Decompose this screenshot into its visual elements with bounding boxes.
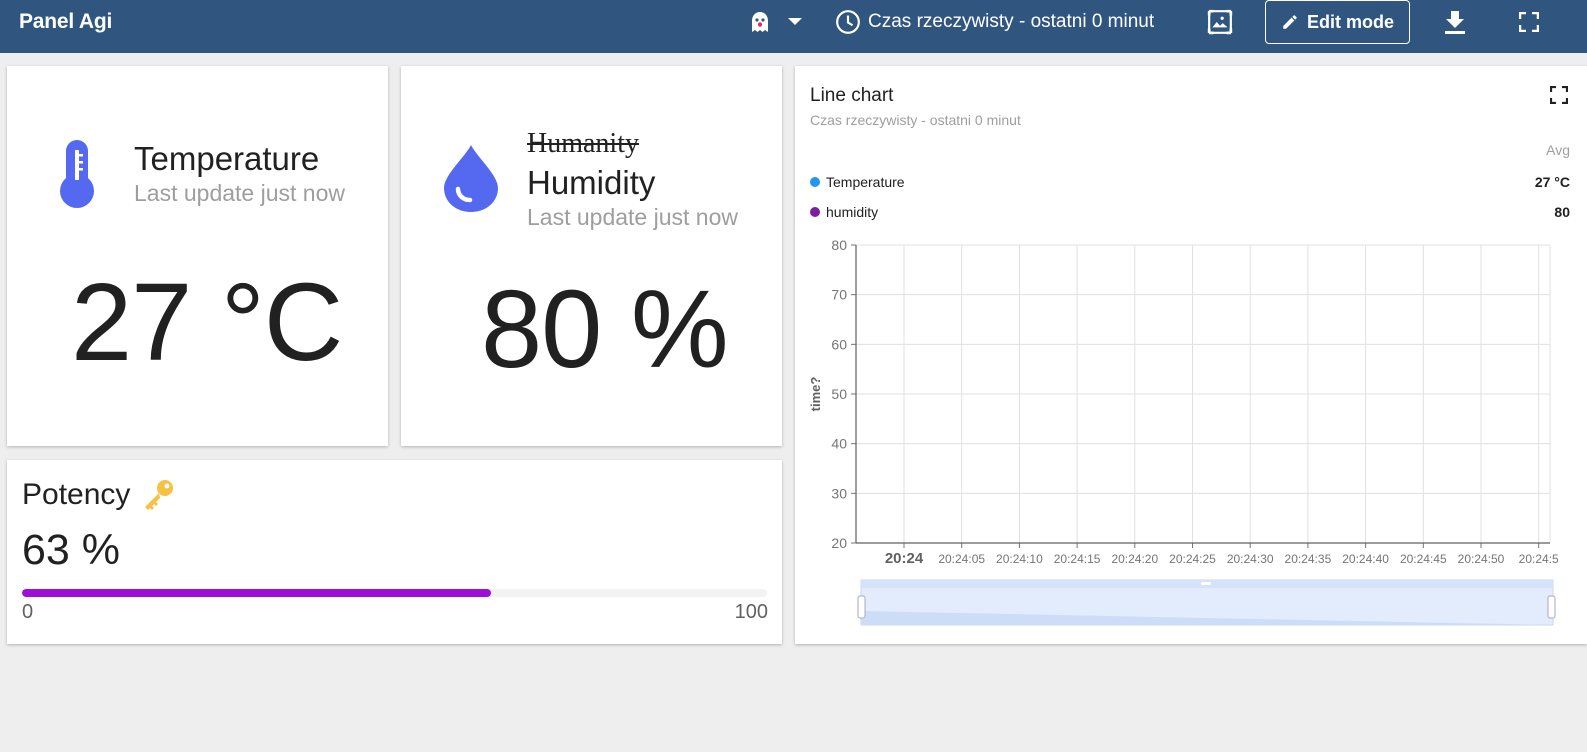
humidity-value: 80 %	[481, 268, 729, 391]
y-tick-label: 70	[831, 287, 847, 303]
fullscreen-icon[interactable]	[1516, 0, 1542, 44]
potency-card: Potency 63 % 0 100	[7, 460, 782, 644]
thermometer-icon	[59, 140, 95, 215]
humidity-title: Humidity	[527, 164, 656, 201]
time-window-label: Czas rzeczywisty - ostatni 0 minut	[868, 11, 1155, 32]
x-axis: 20:24 20:24:05 20:24:10 20:24:15 20:24:20 20:…	[856, 542, 1559, 567]
navigator-right-handle[interactable]	[1547, 595, 1556, 619]
x-tick-label: 20:24:50	[1458, 552, 1505, 566]
temperature-card: Temperature Last update just now 27 °C	[7, 66, 388, 446]
x-tick-label: 20:24:10	[996, 552, 1043, 566]
humidity-card: Humanity Humidity Last update just now 8…	[401, 66, 782, 446]
temperature-title: Temperature	[134, 140, 320, 177]
navigator-left-handle[interactable]	[857, 595, 866, 619]
potency-min-label: 0	[22, 601, 34, 623]
edit-mode-button[interactable]: Edit mode	[1265, 0, 1410, 44]
x-tick-label: 20:24:5	[1519, 552, 1559, 566]
edit-mode-label: Edit mode	[1306, 11, 1394, 32]
water-drop-icon	[443, 143, 499, 218]
top-bar: Panel Agi Czas rzeczywisty - ostatni 0 m…	[0, 0, 1587, 53]
humidity-last-update: Last update just now	[527, 204, 738, 230]
x-tick-label: 20:24	[885, 550, 924, 567]
line-chart-plot: 80706050403020 20:24 20:24:05 20:24:10 20:2…	[808, 237, 1559, 626]
y-tick-label: 60	[831, 336, 847, 352]
x-tick-label: 20:24:25	[1169, 552, 1216, 566]
line-chart-card: Line chart Czas rzeczywisty - ostatni 0 …	[795, 66, 1587, 644]
temperature-last-update: Last update just now	[134, 180, 345, 206]
pencil-icon	[1283, 15, 1297, 29]
humanity-struck-text: Humanity	[527, 128, 639, 159]
potency-max-label: 100	[734, 601, 768, 623]
potency-progress-bar	[22, 589, 767, 597]
potency-value: 63 %	[22, 526, 121, 574]
potency-progress-fill	[22, 589, 492, 597]
chart-grid	[856, 244, 1551, 544]
y-tick-label: 80	[831, 237, 847, 253]
dashboard-title: Panel Agi	[19, 10, 113, 33]
time-window-selector[interactable]: Czas rzeczywisty - ostatni 0 minut	[835, 0, 1154, 44]
potency-header: Potency	[22, 478, 176, 512]
x-tick-label: 20:24:40	[1342, 552, 1389, 566]
temperature-value: 27 °C	[71, 261, 343, 384]
time-range-navigator[interactable]	[857, 579, 1556, 626]
x-tick-label: 20:24:45	[1400, 552, 1447, 566]
download-icon[interactable]	[1442, 0, 1468, 44]
x-tick-label: 20:24:05	[938, 552, 985, 566]
x-tick-label: 20:24:15	[1054, 552, 1101, 566]
x-tick-label: 20:24:30	[1227, 552, 1274, 566]
ghost-icon[interactable]	[748, 0, 772, 44]
y-axis-label: time?	[808, 377, 823, 412]
key-icon	[145, 480, 174, 510]
y-tick-label: 50	[831, 386, 847, 402]
y-tick-label: 20	[831, 535, 847, 551]
y-axis: 80 70 60 50 40 30 20	[831, 237, 857, 551]
x-tick-label: 20:24:20	[1111, 552, 1158, 566]
chevron-down-icon[interactable]	[786, 0, 804, 44]
y-tick-label: 40	[831, 436, 847, 452]
image-settings-icon[interactable]	[1206, 0, 1234, 44]
y-tick-label: 30	[831, 485, 847, 501]
x-tick-label: 20:24:35	[1285, 552, 1332, 566]
potency-title: Potency	[22, 478, 131, 511]
clock-icon	[836, 10, 860, 34]
